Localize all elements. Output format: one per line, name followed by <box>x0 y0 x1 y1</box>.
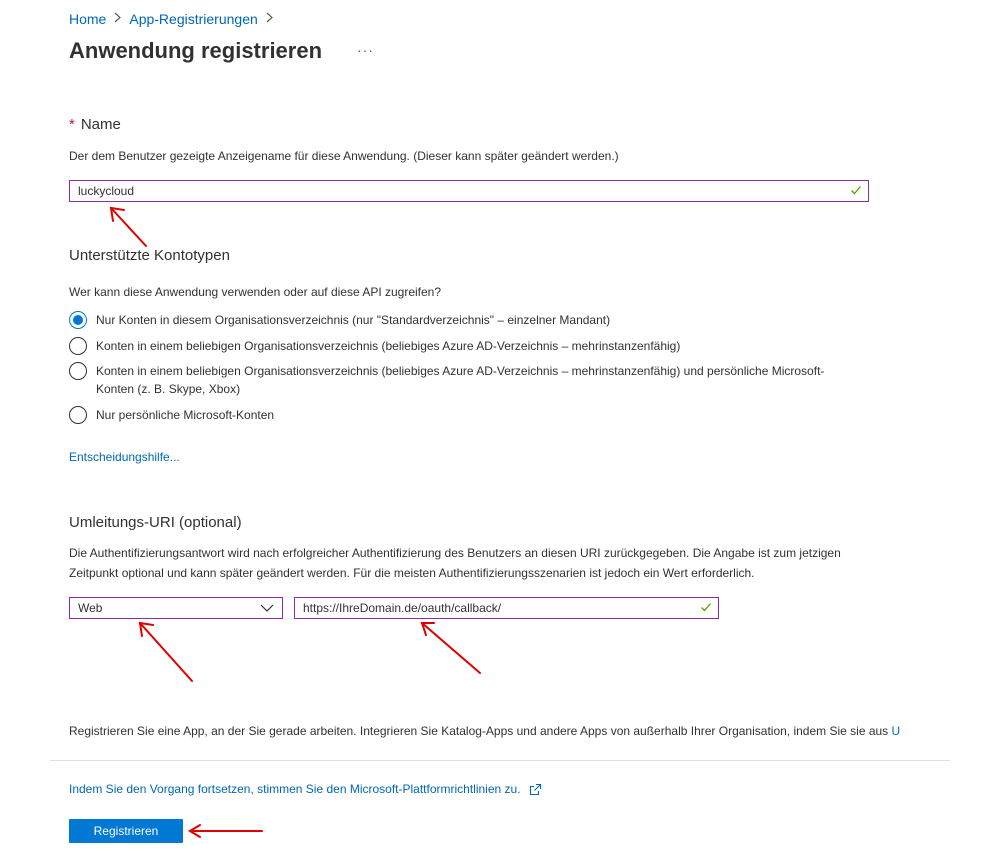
arrow-to-redirect-uri <box>420 622 481 674</box>
register-button[interactable]: Registrieren <box>69 819 183 843</box>
radio-option-label: Konten in einem beliebigen Organisations… <box>96 364 825 396</box>
policy-row: Indem Sie den Vorgang fortsetzen, stimme… <box>69 782 542 796</box>
more-options-button[interactable]: ··· <box>357 42 374 58</box>
radio-option-label: Nur persönliche Microsoft-Konten <box>96 408 275 422</box>
name-input[interactable]: luckycloud <box>69 180 869 202</box>
register-info-text: Registrieren Sie eine App, an der Sie ge… <box>69 721 950 741</box>
divider <box>50 760 950 761</box>
decision-help-link[interactable]: Entscheidungshilfe... <box>69 450 180 464</box>
redirect-uri-value: https://IhreDomain.de/oauth/callback/ <box>303 601 502 615</box>
radio-option-multi-tenant-personal[interactable]: Konten in einem beliebigen Organisations… <box>69 362 849 398</box>
checkmark-icon <box>850 184 862 199</box>
radio-option-single-tenant[interactable]: Nur Konten in diesem Organisationsverzei… <box>69 311 849 329</box>
breadcrumb-home-link[interactable]: Home <box>69 11 106 27</box>
platform-select-value: Web <box>78 601 103 615</box>
account-types-question: Wer kann diese Anwendung verwenden oder … <box>69 285 442 299</box>
radio-button-selected[interactable] <box>69 311 87 329</box>
checkmark-icon <box>700 601 712 616</box>
chevron-down-icon <box>260 602 274 616</box>
external-link-icon <box>529 783 542 796</box>
name-input-value: luckycloud <box>78 184 135 198</box>
breadcrumb-app-registrations-link[interactable]: App-Registrierungen <box>129 11 257 27</box>
name-description: Der dem Benutzer gezeigte Anzeigename fü… <box>69 149 619 163</box>
redirect-uri-input[interactable]: https://IhreDomain.de/oauth/callback/ <box>294 597 719 619</box>
platform-select[interactable]: Web <box>69 597 283 619</box>
name-label-text: Name <box>80 116 121 133</box>
radio-button[interactable] <box>69 337 87 355</box>
chevron-right-icon <box>114 12 122 26</box>
breadcrumb: Home App-Registrierungen <box>69 11 273 27</box>
radio-option-multi-tenant[interactable]: Konten in einem beliebigen Organisations… <box>69 337 849 355</box>
page-title: Anwendung registrieren <box>69 38 323 63</box>
radio-button[interactable] <box>69 406 87 424</box>
arrow-to-register-button <box>188 824 263 838</box>
required-marker: * <box>69 116 75 133</box>
name-label: * Name <box>69 116 121 133</box>
platform-policy-link[interactable]: Indem Sie den Vorgang fortsetzen, stimme… <box>69 782 521 796</box>
radio-button[interactable] <box>69 362 87 380</box>
redirect-uri-heading: Umleitungs-URI (optional) <box>69 514 242 531</box>
arrow-to-name-input <box>109 206 147 247</box>
arrow-to-platform-select <box>138 621 193 682</box>
chevron-right-icon <box>266 12 273 26</box>
radio-option-label: Konten in einem beliebigen Organisations… <box>96 339 681 353</box>
register-info-message: Registrieren Sie eine App, an der Sie ge… <box>69 724 889 738</box>
radio-option-label: Nur Konten in diesem Organisationsverzei… <box>96 313 611 327</box>
account-types-heading: Unterstützte Kontotypen <box>69 247 230 264</box>
redirect-uri-description: Die Authentifizierungsantwort wird nach … <box>69 546 841 580</box>
radio-option-personal-only[interactable]: Nur persönliche Microsoft-Konten <box>69 406 849 424</box>
register-info-link[interactable]: U <box>892 724 901 738</box>
